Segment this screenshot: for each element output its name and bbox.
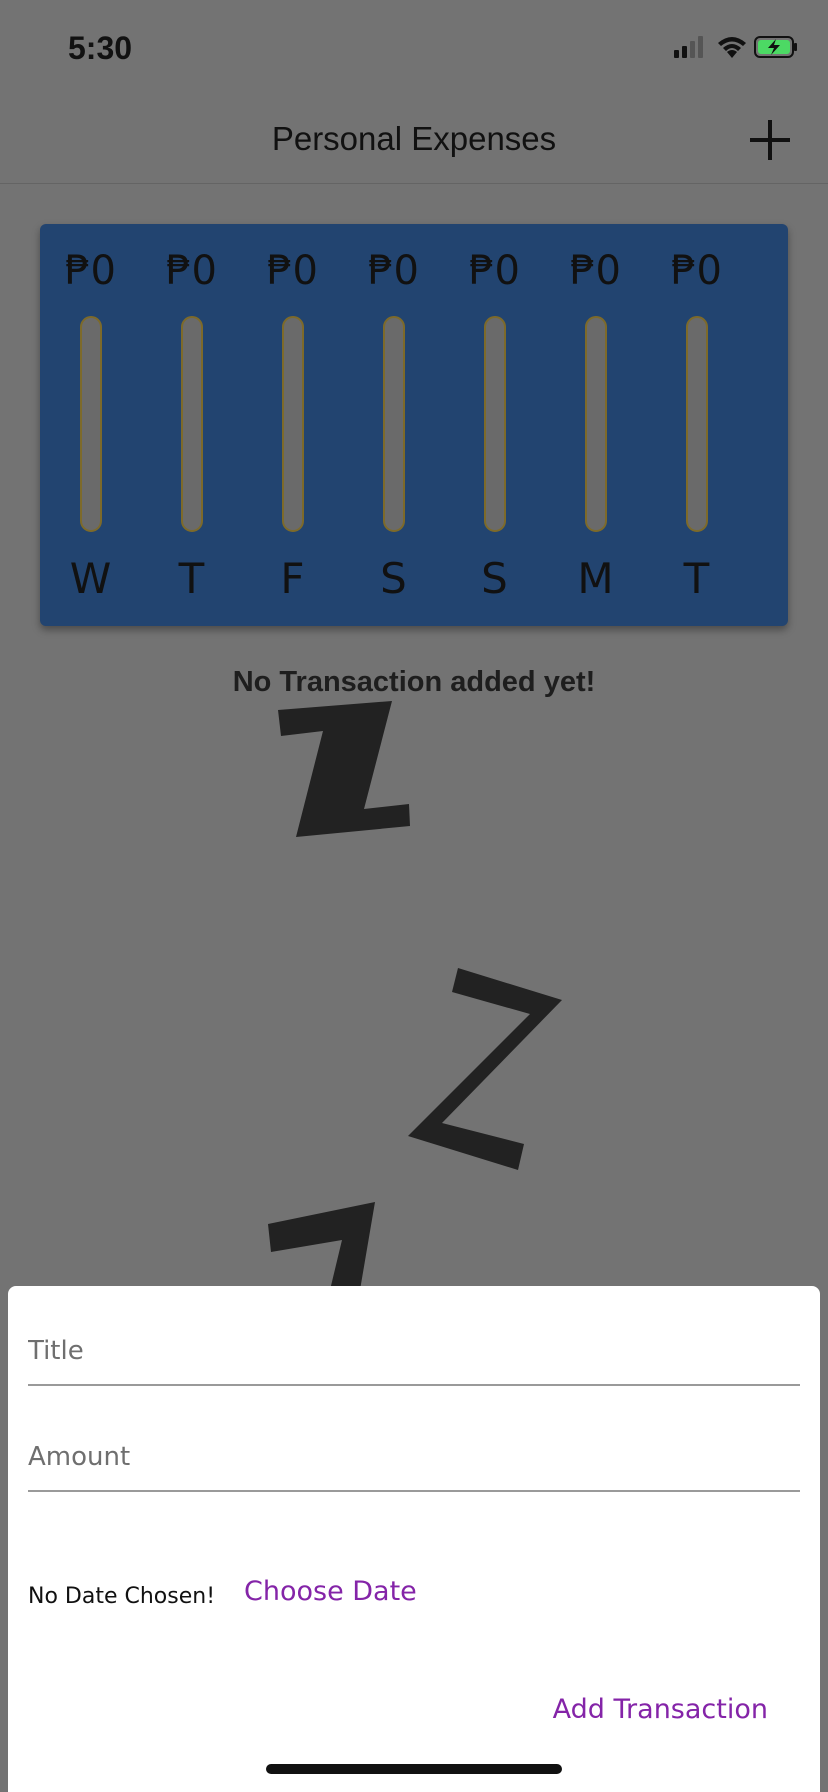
chart-bar-column: ₱0 F: [242, 224, 343, 626]
chart-bar-column: ₱0 T: [141, 224, 242, 626]
chart-bar-column: ₱0 S: [343, 224, 444, 626]
battery-charging-icon: [754, 36, 797, 58]
bar-amount-label: ₱0: [65, 248, 116, 294]
sleeping-zzz-illustration: [268, 701, 562, 1290]
bar-day-label: S: [380, 554, 407, 603]
bar-amount-label: ₱0: [570, 248, 621, 294]
date-status-label: No Date Chosen!: [28, 1584, 216, 1609]
chart-bar-column: ₱0 W: [40, 224, 141, 626]
bar-track: [282, 316, 304, 532]
amount-field: [28, 1412, 800, 1492]
choose-date-button[interactable]: Choose Date: [244, 1576, 417, 1607]
home-indicator: [266, 1764, 562, 1774]
page-title: Personal Expenses: [271, 120, 557, 157]
chart-bar-column: ₱0 M: [545, 224, 646, 626]
bar-amount-label: ₱0: [368, 248, 419, 294]
bar-day-label: W: [69, 554, 112, 603]
chart-bar-column: ₱0 T: [646, 224, 747, 626]
add-transaction-submit-button[interactable]: Add Transaction: [553, 1694, 768, 1725]
status-bar: 5:30: [0, 0, 828, 98]
bar-track: [484, 316, 506, 532]
bar-track: [686, 316, 708, 532]
bar-amount-label: ₱0: [166, 248, 217, 294]
title-input[interactable]: [28, 1336, 800, 1366]
amount-input[interactable]: [28, 1442, 800, 1472]
chart-bar-column: ₱0 S: [444, 224, 545, 626]
bar-day-label: T: [683, 554, 710, 603]
plus-icon: [750, 120, 790, 160]
app-bar: Personal Expenses: [0, 98, 828, 184]
bar-track: [585, 316, 607, 532]
bar-day-label: T: [178, 554, 205, 603]
status-icons: [674, 36, 797, 58]
bar-day-label: F: [280, 554, 305, 603]
weekly-chart: ₱0 W ₱0 T ₱0 F ₱0 S ₱0 S ₱0 M ₱0 T: [40, 224, 788, 626]
bar-track: [80, 316, 102, 532]
bar-track: [383, 316, 405, 532]
add-transaction-button[interactable]: [746, 116, 794, 164]
empty-state-message: No Transaction added yet!: [232, 666, 596, 698]
status-time: 5:30: [68, 30, 133, 66]
bar-amount-label: ₱0: [267, 248, 318, 294]
wifi-icon: [718, 37, 746, 58]
bar-amount-label: ₱0: [671, 248, 722, 294]
bar-track: [181, 316, 203, 532]
bar-day-label: S: [481, 554, 508, 603]
cellular-signal-icon: [674, 36, 703, 58]
bar-amount-label: ₱0: [469, 248, 520, 294]
new-transaction-sheet: No Date Chosen! Choose Date Add Transact…: [8, 1286, 820, 1792]
bar-day-label: M: [577, 554, 614, 603]
title-field: [28, 1306, 800, 1386]
